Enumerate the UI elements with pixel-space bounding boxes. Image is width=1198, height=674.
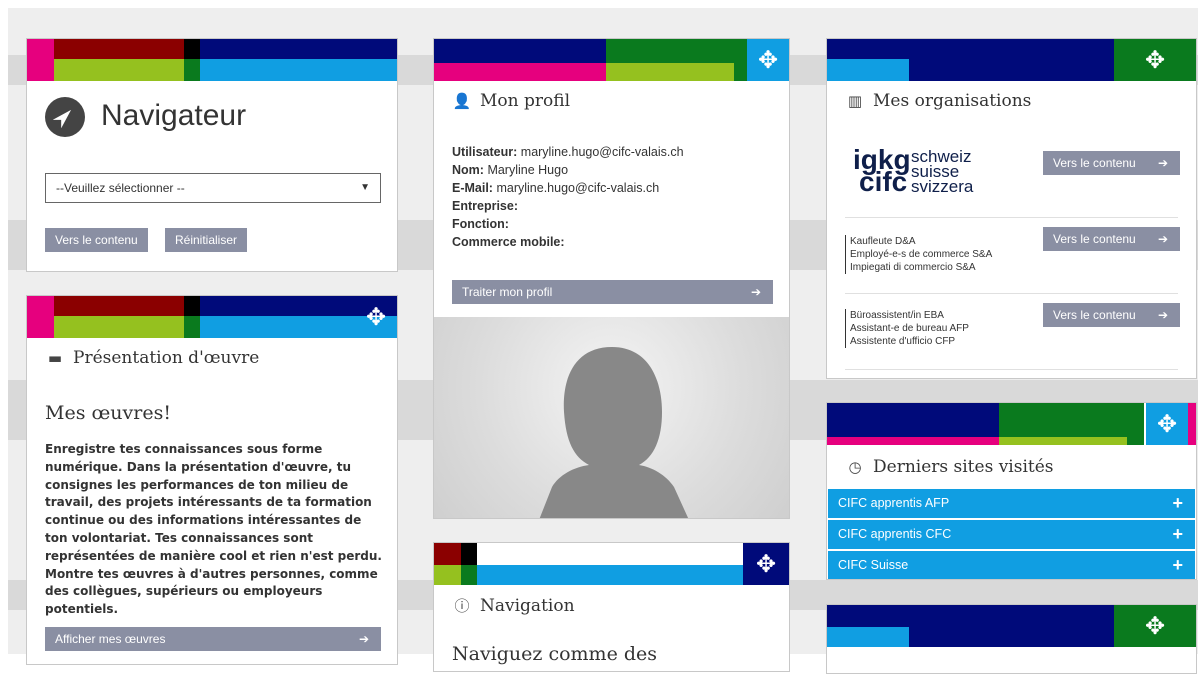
org-row: Kaufleute D&A Employé-e-s de commerce S&… [845,217,1180,294]
company-label: Entreprise: [452,199,518,213]
visited-site-label: CIFC Suisse [838,558,909,572]
visited-site-item[interactable]: CIFC apprentis CFC + [828,520,1195,549]
building-icon: ▥ [847,92,863,110]
arrow-right-icon: ➔ [1157,232,1168,246]
move-arrows-icon[interactable]: ✥ [1146,403,1188,445]
move-arrows-icon[interactable]: ✥ [1114,39,1196,81]
avatar [434,317,789,518]
name-value: Maryline Hugo [487,163,569,177]
org-line: Büroassistent/in EBA [850,310,944,321]
plus-icon: + [1172,493,1183,513]
organisations-card: ✥ ▥ Mes organisations igkg cifc schweiz s… [826,38,1197,379]
org-content-button[interactable]: Vers le contenu ➔ [1043,303,1180,327]
goto-content-button[interactable]: Vers le contenu [45,228,148,252]
profile-heading: 👤 Mon profil [452,91,570,111]
navigation-heading: ⓘ Navigation [452,595,575,616]
navigation-card: ✥ ⓘ Navigation Naviguez comme des [433,542,790,672]
profile-card: ✥ 👤 Mon profil Utilisateur: maryline.hugo… [433,38,790,519]
move-arrows-icon[interactable]: ✥ [355,296,397,338]
email-value: maryline.hugo@cifc-valais.ch [496,181,660,195]
color-strip: ✥ [27,296,397,338]
color-strip [27,39,397,81]
arrow-right-icon: ➔ [358,632,369,646]
presentation-title: Présentation d'œuvre [73,348,260,368]
color-strip: ✥ [827,403,1196,445]
presentation-description: Enregistre tes connaissances sous forme … [45,442,382,617]
color-strip: ✥ [827,39,1196,81]
edit-profile-label: Traiter mon profil [462,285,553,299]
org-content-label: Vers le contenu [1053,232,1136,246]
reset-button[interactable]: Réinitialiser [165,228,248,252]
color-strip: ✥ [434,39,789,81]
archive-icon: ▬ [47,349,63,367]
caret-down-icon: ▼ [360,182,370,193]
org-content-button[interactable]: Vers le contenu ➔ [1043,151,1180,175]
user-value: maryline.hugo@cifc-valais.ch [520,145,684,159]
function-label: Fonction: [452,217,509,231]
edit-profile-button[interactable]: Traiter mon profil ➔ [452,280,773,304]
visited-heading: ◷ Derniers sites visités [845,457,1054,477]
visited-title: Derniers sites visités [873,457,1054,477]
arrow-right-icon: ➔ [1157,308,1168,322]
org-content-button[interactable]: Vers le contenu ➔ [1043,227,1180,251]
org-row: Büroassistent/in EBA Assistant-e de bure… [845,293,1180,370]
arrow-right-icon: ➔ [750,285,761,299]
visited-site-item[interactable]: CIFC Suisse + [828,551,1195,579]
navigator-select-value: --Veuillez sélectionner -- [56,181,185,195]
visited-card: ✥ ◷ Derniers sites visités CIFC apprentis… [826,402,1197,580]
navigator-select[interactable]: --Veuillez sélectionner -- ▼ [45,173,381,203]
visited-site-item[interactable]: CIFC apprentis AFP + [828,489,1195,518]
org-line: Assistant-e de bureau AFP [850,323,969,334]
clock-icon: ◷ [848,458,862,476]
move-arrows-icon[interactable]: ✥ [743,543,789,585]
navigator-card: Navigateur --Veuillez sélectionner -- ▼ … [26,38,398,272]
org-logo-kaufleute: Kaufleute D&A Employé-e-s de commerce S&… [845,235,992,274]
move-arrows-icon[interactable]: ✥ [747,39,789,81]
color-strip: ✥ [434,543,789,585]
logo-bottom-text: cifc [859,166,908,197]
move-arrows-icon[interactable]: ✥ [1114,605,1196,647]
name-label: Nom: [452,163,484,177]
plus-icon: + [1172,555,1183,575]
org-line: Assistente d'ufficio CFP [850,336,956,347]
org-line: Kaufleute D&A [850,236,916,247]
user-label: Utilisateur: [452,145,518,159]
visited-site-label: CIFC apprentis AFP [838,496,950,510]
org-line: Impiegati di commercio S&A [850,262,976,273]
show-works-button[interactable]: Afficher mes œuvres ➔ [45,627,381,651]
org-content-label: Vers le contenu [1053,156,1136,170]
color-strip: ✥ [827,605,1196,647]
org-logo-bueroassistent: Büroassistent/in EBA Assistant-e de bure… [845,309,969,348]
navigator-heading: Navigateur [45,97,246,137]
org-line: Employé-e-s de commerce S&A [850,249,993,260]
presentation-card: ✥ ▬ Présentation d'œuvre Mes œuvres! Enre… [26,295,398,665]
org-content-label: Vers le contenu [1053,308,1136,322]
show-works-label: Afficher mes œuvres [55,632,166,646]
profile-details: Utilisateur: maryline.hugo@cifc-valais.c… [452,143,684,251]
organisations-title: Mes organisations [873,91,1032,111]
profile-title: Mon profil [480,91,571,111]
mobile-label: Commerce mobile: [452,235,565,249]
organisations-heading: ▥ Mes organisations [845,91,1032,111]
bottom-right-card: ✥ [826,604,1197,674]
navigation-title: Navigation [480,596,575,616]
avatar-silhouette-icon [539,347,689,518]
arrow-right-icon: ➔ [1157,156,1168,170]
compass-icon [45,97,85,137]
email-label: E-Mail: [452,181,493,195]
logo-line: svizzera [911,177,974,196]
navigator-title: Navigateur [101,98,247,132]
navigation-subtitle: Naviguez comme des [452,643,658,665]
presentation-heading: ▬ Présentation d'œuvre [45,348,259,368]
presentation-subtitle: Mes œuvres! [45,402,171,424]
plus-icon: + [1172,524,1183,544]
info-icon: ⓘ [454,597,470,615]
user-icon: 👤 [452,92,472,110]
visited-site-label: CIFC apprentis CFC [838,527,952,541]
org-row: igkg cifc schweiz suisse svizzera Vers l… [845,143,1180,218]
